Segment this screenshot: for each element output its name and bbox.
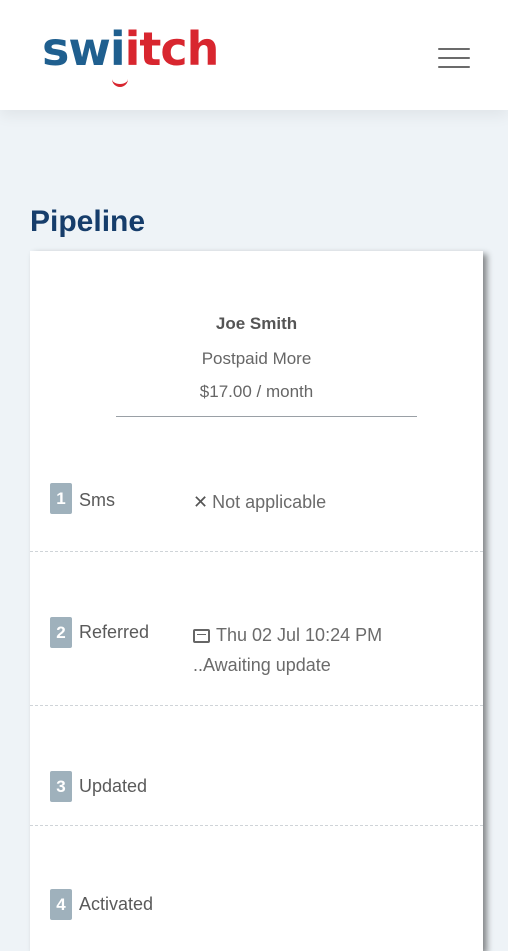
x-icon: ✕: [193, 492, 209, 512]
step-divider: [30, 825, 483, 826]
app-header: swiitch: [0, 0, 508, 110]
step-status: Thu 02 Jul 10:24 PM: [193, 625, 382, 646]
pipeline-card: Joe Smith Postpaid More $17.00 / month 1…: [30, 251, 483, 951]
page-title: Pipeline: [30, 205, 146, 238]
plan-price: $17.00 / month: [199, 382, 314, 401]
logo-smile-mark: [112, 76, 128, 87]
step-label: Referred: [79, 622, 150, 642]
summary-divider: [116, 416, 417, 417]
step-label: Updated: [79, 776, 148, 796]
step-number-badge: 2: [50, 617, 72, 648]
step-number-badge: 3: [50, 771, 72, 802]
customer-name: Joe Smith: [215, 314, 298, 333]
calendar-icon: [193, 629, 210, 643]
step-divider: [30, 705, 483, 706]
step-number-badge: 1: [50, 483, 72, 514]
hamburger-menu-icon[interactable]: [438, 48, 470, 70]
step-substatus: ..Awaiting update: [193, 655, 331, 675]
step-number-badge: 4: [50, 889, 72, 920]
step-divider: [30, 551, 483, 552]
step-label: Sms: [79, 490, 115, 510]
step-status: ✕ Not applicable: [193, 492, 327, 512]
step-label: Activated: [79, 894, 154, 914]
plan-name: Postpaid More: [201, 349, 312, 368]
switch-logo[interactable]: swiitch: [42, 26, 219, 87]
